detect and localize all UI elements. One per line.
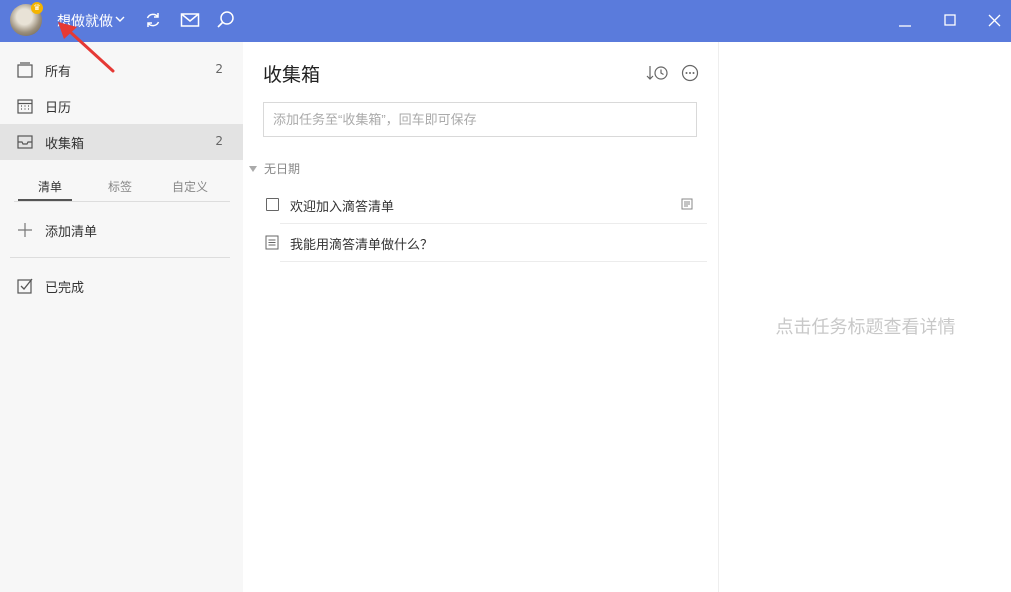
sidebar: 所有 2 日历 收集箱 2 清单 标签 自定义 添加清单 已完成 <box>0 42 243 592</box>
sidebar-item-completed[interactable]: 已完成 <box>0 268 243 304</box>
tab-active-indicator <box>18 199 72 201</box>
all-tasks-icon <box>17 62 33 78</box>
close-icon[interactable] <box>985 11 1005 31</box>
detail-panel: 点击任务标题查看详情 <box>718 42 1011 592</box>
sidebar-item-all[interactable]: 所有 2 <box>0 52 243 88</box>
sort-icon[interactable] <box>646 64 668 82</box>
inbox-icon <box>17 135 33 149</box>
section-header[interactable]: 无日期 <box>249 160 300 177</box>
tab-custom[interactable]: 自定义 <box>154 178 226 195</box>
divider <box>14 201 230 202</box>
task-row[interactable]: 我能用滴答清单做什么？ <box>265 224 707 262</box>
crown-icon: ♛ <box>31 2 43 14</box>
more-icon[interactable] <box>681 64 699 82</box>
tab-lists[interactable]: 清单 <box>14 178 86 195</box>
plus-icon <box>18 223 32 237</box>
divider <box>10 257 230 258</box>
sidebar-item-label: 收集箱 <box>45 137 85 152</box>
sidebar-item-label: 已完成 <box>45 281 85 296</box>
task-count: 2 <box>215 62 223 76</box>
sidebar-item-label: 日历 <box>45 101 72 116</box>
maximize-icon[interactable] <box>940 11 960 31</box>
completed-icon <box>17 278 33 294</box>
section-title: 无日期 <box>264 162 301 176</box>
add-list-label: 添加清单 <box>45 225 98 240</box>
task-title[interactable]: 我能用滴答清单做什么？ <box>290 234 433 253</box>
note-task-icon[interactable] <box>265 235 279 250</box>
task-list-panel: 收集箱 无日期 欢迎加入滴答清单 我能用滴答清单做什么？ <box>243 42 719 592</box>
detail-placeholder: 点击任务标题查看详情 <box>775 317 956 338</box>
title-bar: ♛ 想做就做 <box>0 0 1011 42</box>
calendar-icon <box>17 99 33 114</box>
task-row[interactable]: 欢迎加入滴答清单 <box>266 186 707 224</box>
tab-tags[interactable]: 标签 <box>84 178 156 195</box>
search-icon[interactable] <box>216 10 236 30</box>
collapse-triangle-icon <box>249 166 257 172</box>
add-list-button[interactable]: 添加清单 <box>0 212 243 248</box>
add-task-input[interactable] <box>263 102 697 137</box>
sidebar-item-inbox[interactable]: 收集箱 2 <box>0 124 243 160</box>
page-title: 收集箱 <box>263 64 321 86</box>
sync-icon[interactable] <box>143 10 163 30</box>
annotation-arrow-icon <box>58 22 115 73</box>
task-title[interactable]: 欢迎加入滴答清单 <box>290 196 394 215</box>
task-count: 2 <box>215 134 223 148</box>
sidebar-item-calendar[interactable]: 日历 <box>0 88 243 124</box>
task-checkbox[interactable] <box>266 198 279 211</box>
mail-icon[interactable] <box>180 10 200 30</box>
note-icon <box>681 198 693 210</box>
minimize-icon[interactable] <box>895 11 915 31</box>
